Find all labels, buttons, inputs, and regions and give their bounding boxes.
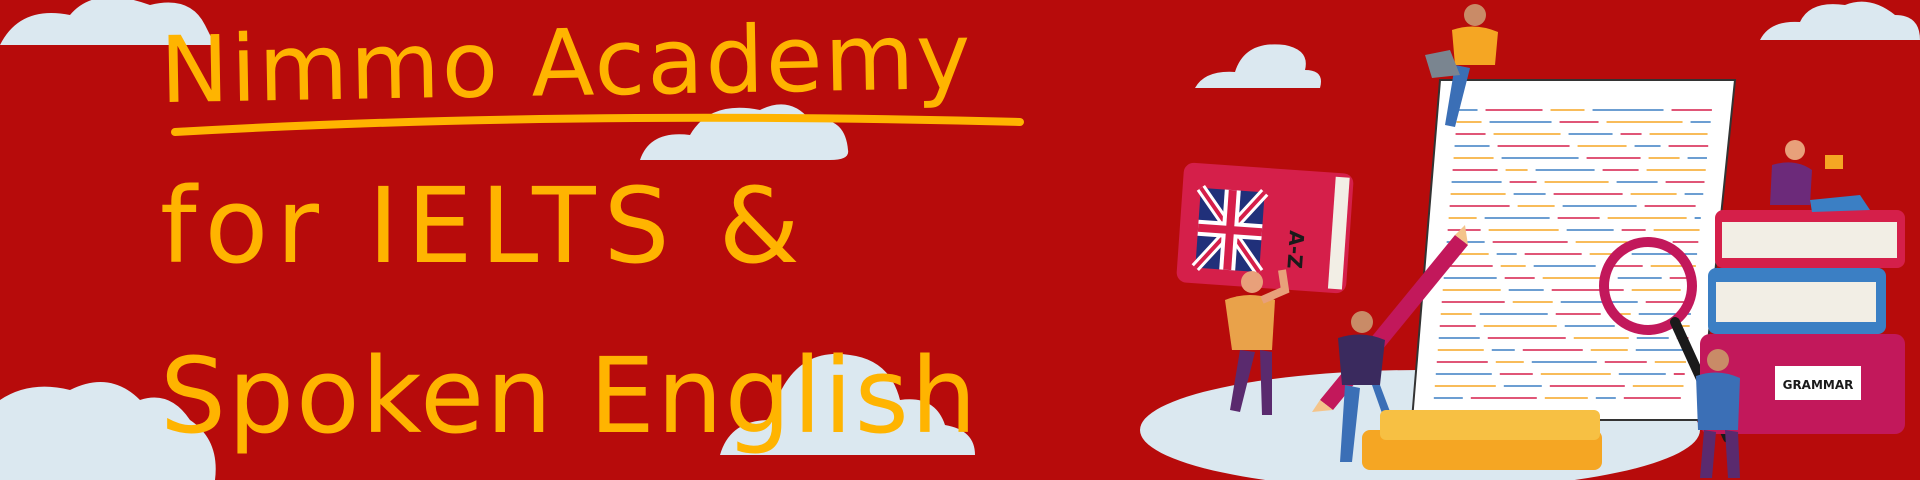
headline-line-1: Nimmo Academy [159, 2, 974, 125]
dictionary-label: A-Z [1282, 230, 1309, 270]
person-icon [1770, 140, 1870, 212]
dictionary-icon: A-Z [1176, 162, 1354, 294]
cloud-icon [1195, 44, 1321, 88]
union-flag-icon [1191, 185, 1269, 275]
headline-line-3: Spoken English [160, 335, 979, 457]
cloud-icon [1760, 1, 1920, 40]
headline-line-2: for IELTS & [160, 165, 808, 287]
book-stack-icon [1362, 410, 1602, 470]
banner: A-Z GRAMMAR Nimmo Academy for IELTS & Sp… [0, 0, 1920, 480]
grammar-label: GRAMMAR [1783, 378, 1854, 392]
